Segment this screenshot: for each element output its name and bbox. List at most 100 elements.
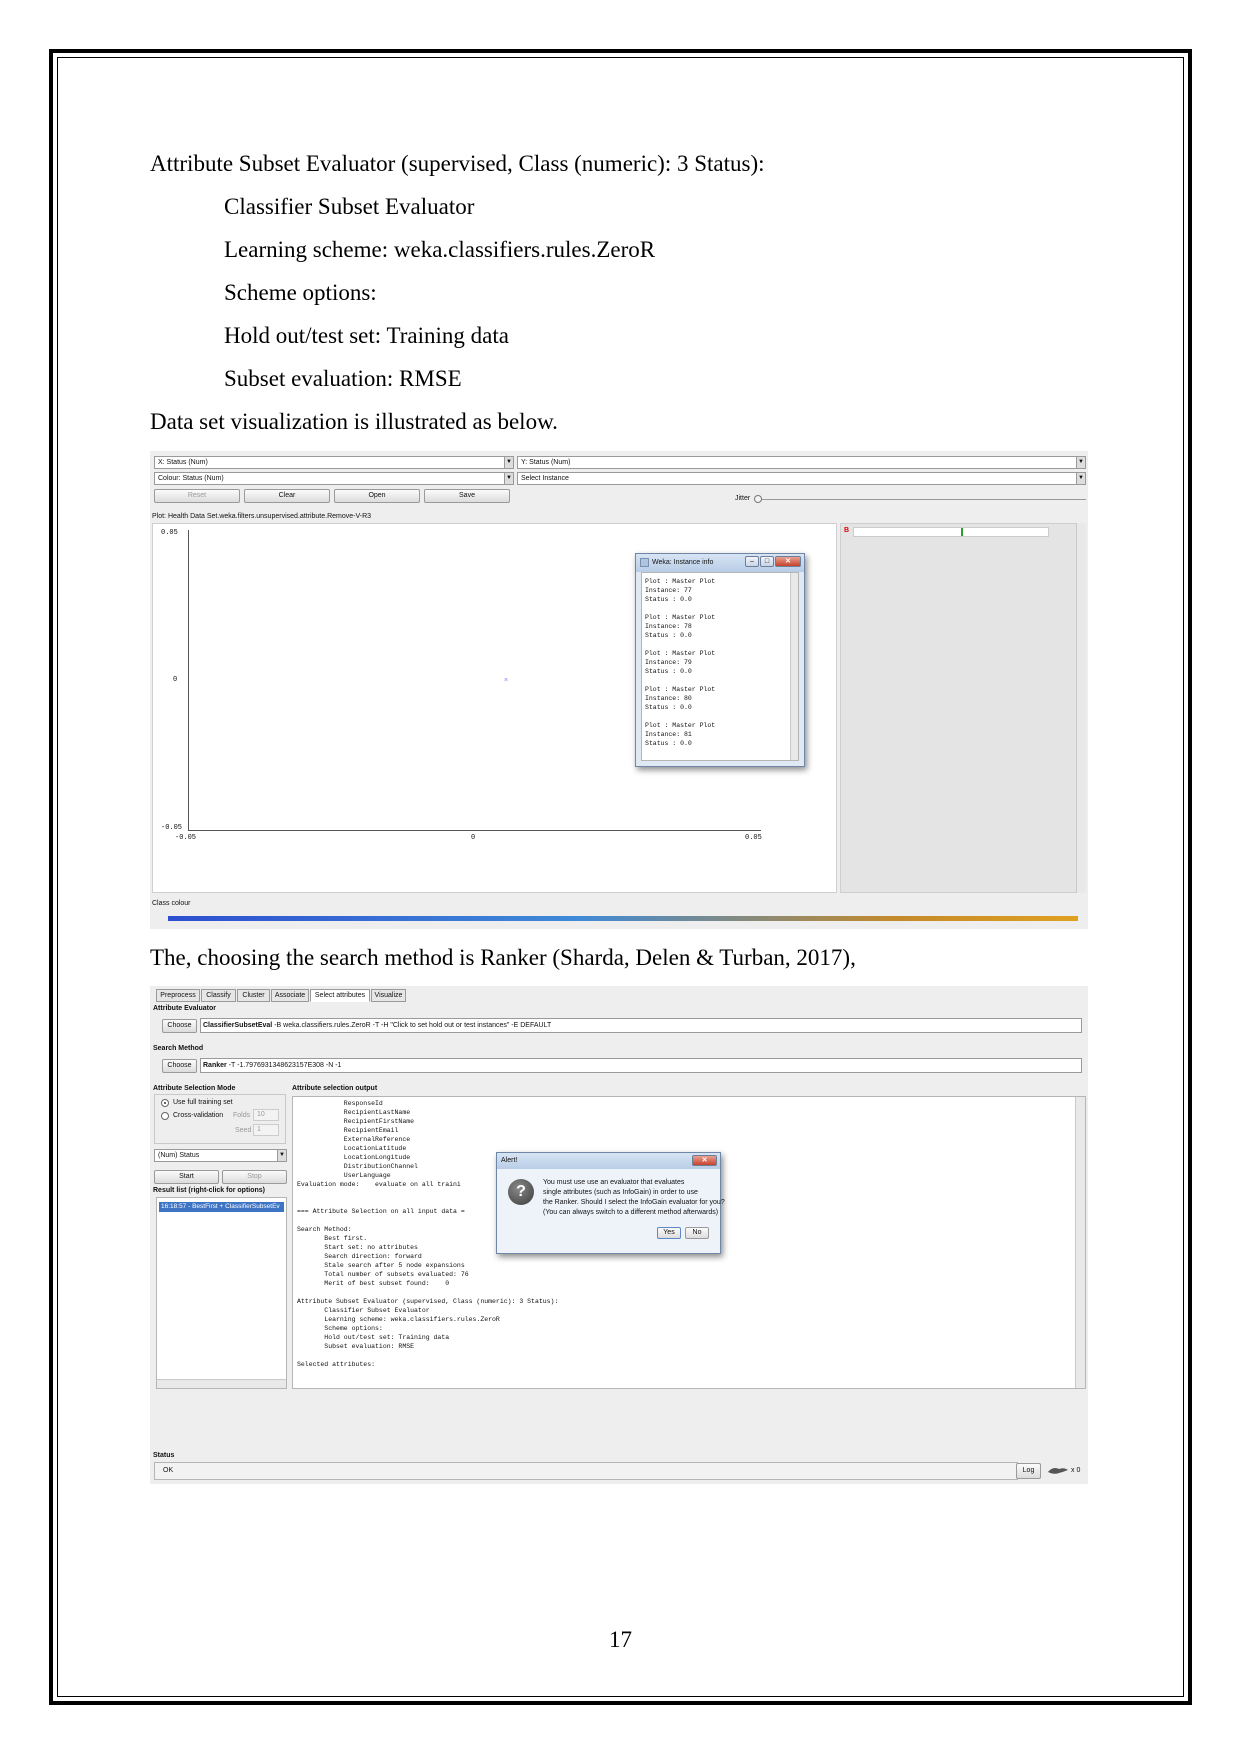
result-list-scrollbar[interactable]: [157, 1379, 286, 1388]
alert-message-line-3: the Ranker. Should I select the InfoGain…: [543, 1199, 725, 1206]
clear-button[interactable]: Clear: [244, 489, 330, 503]
selection-mode-label: Attribute Selection Mode: [153, 1085, 236, 1092]
x-axis-combo-value: X: Status (Num): [158, 459, 208, 466]
class-attribute-combo[interactable]: (Num) Status ▼: [154, 1149, 287, 1162]
tab-classify[interactable]: Classify: [201, 989, 236, 1002]
evaluator-choose-button[interactable]: Choose: [162, 1019, 197, 1033]
window-icon: [640, 558, 649, 567]
x-axis-line: [188, 830, 761, 831]
start-button[interactable]: Start: [154, 1170, 219, 1184]
y-tick-mid: 0: [173, 676, 178, 684]
use-full-training-radio[interactable]: [161, 1099, 169, 1107]
attribute-bars-panel: B: [840, 523, 1080, 893]
search-method-label: Search Method: [153, 1045, 204, 1052]
instance-info-text-area[interactable]: Plot : Master Plot Instance: 77 Status :…: [641, 572, 799, 761]
open-button[interactable]: Open: [334, 489, 420, 503]
instance-combo[interactable]: Select Instance ▼: [517, 472, 1086, 485]
jitter-slider-knob[interactable]: [754, 495, 762, 503]
heading-line: Attribute Subset Evaluator (supervised, …: [150, 151, 765, 176]
x-tick-mid: 0: [471, 834, 476, 842]
attribute-evaluator-label: Attribute Evaluator: [153, 1005, 217, 1012]
search-options: -T -1.7976931348623157E308 -N -1: [228, 1062, 342, 1069]
selection-mode-panel: Use full training set Cross-validation F…: [154, 1094, 286, 1144]
evaluator-config-field[interactable]: ClassifierSubsetEval -B weka.classifiers…: [200, 1018, 1082, 1033]
evaluator-name: ClassifierSubsetEval: [203, 1022, 273, 1029]
weka-visualize-screenshot: X: Status (Num) ▼ Y: Status (Num) ▼ Colour…: [150, 451, 1088, 929]
question-icon: ?: [508, 1179, 534, 1205]
jitter-slider-track[interactable]: [762, 499, 1086, 500]
class-attribute-value: (Num) Status: [158, 1152, 200, 1159]
data-point-marker[interactable]: ×: [504, 677, 508, 684]
plot-title: Plot: Health Data Set.weka.filters.unsup…: [152, 513, 372, 520]
result-list-item[interactable]: 16:18:57 - BestFirst + ClassifierSubsetE…: [159, 1202, 284, 1212]
alert-no-button[interactable]: No: [685, 1227, 709, 1239]
log-button[interactable]: Log: [1016, 1463, 1041, 1479]
stop-button[interactable]: Stop: [222, 1170, 287, 1184]
alert-message-line-4: (You can always switch to a different me…: [543, 1209, 719, 1216]
instance-info-text: Plot : Master Plot Instance: 77 Status :…: [645, 578, 716, 747]
radio-dot: [164, 1102, 166, 1104]
seed-field[interactable]: 1: [253, 1124, 279, 1136]
folds-field[interactable]: 10: [253, 1109, 279, 1121]
close-icon[interactable]: ✕: [692, 1155, 717, 1166]
chevron-down-icon: ▼: [1076, 473, 1085, 484]
reset-button[interactable]: Reset: [154, 489, 240, 503]
tab-select-attributes[interactable]: Select attributes: [310, 989, 370, 1002]
class-colour-bar: [168, 916, 1078, 921]
indented-line-4: Hold out/test set: Training data: [224, 323, 509, 348]
chevron-down-icon: ▼: [504, 457, 513, 468]
instance-info-scrollbar[interactable]: [790, 573, 798, 760]
seed-label: Seed: [235, 1127, 252, 1134]
page-number: 17: [609, 1627, 632, 1652]
colour-combo[interactable]: Colour: Status (Num) ▼: [154, 472, 514, 485]
indented-line-5: Subset evaluation: RMSE: [224, 366, 462, 391]
minimize-icon[interactable]: –: [745, 556, 759, 567]
y-axis-combo-value: Y: Status (Num): [521, 459, 571, 466]
tab-associate[interactable]: Associate: [271, 989, 309, 1002]
output-scrollbar[interactable]: [1075, 1097, 1085, 1388]
alert-message-line-2: single attributes (such as InfoGain) in …: [543, 1189, 698, 1196]
task-count: x 0: [1071, 1467, 1081, 1474]
side-scrollbar[interactable]: [1076, 523, 1086, 893]
attribute-bar-marker: [961, 528, 963, 536]
indented-line-2: Learning scheme: weka.classifiers.rules.…: [224, 237, 656, 262]
alert-yes-button[interactable]: Yes: [657, 1227, 681, 1239]
chevron-down-icon: ▼: [1076, 457, 1085, 468]
chevron-down-icon: ▼: [277, 1150, 286, 1161]
search-name: Ranker: [203, 1062, 227, 1069]
use-full-training-label: Use full training set: [173, 1099, 233, 1106]
side-letter: B: [844, 527, 850, 534]
output-label: Attribute selection output: [292, 1085, 378, 1092]
colour-combo-value: Colour: Status (Num): [158, 475, 224, 482]
alert-dialog[interactable]: Alert! ✕ ? You must use use an evaluator…: [496, 1152, 725, 1254]
save-button[interactable]: Save: [424, 489, 510, 503]
attribute-bar[interactable]: [853, 527, 1049, 537]
y-tick-bottom: -0.05: [161, 824, 183, 832]
chevron-down-icon: ▼: [504, 473, 513, 484]
y-axis-combo[interactable]: Y: Status (Num) ▼: [517, 456, 1086, 469]
visualization-intro: Data set visualization is illustrated as…: [150, 409, 558, 434]
search-choose-button[interactable]: Choose: [162, 1059, 197, 1073]
y-axis-line: [188, 530, 189, 831]
result-list[interactable]: 16:18:57 - BestFirst + ClassifierSubsetE…: [156, 1197, 287, 1389]
status-bar: OK: [154, 1462, 1018, 1480]
maximize-icon[interactable]: □: [760, 556, 774, 567]
x-axis-combo[interactable]: X: Status (Num) ▼: [154, 456, 514, 469]
weka-bird-icon: [1047, 1466, 1069, 1475]
evaluator-options: -B weka.classifiers.rules.ZeroR -T -H "C…: [274, 1022, 552, 1029]
alert-title: Alert!: [497, 1153, 720, 1169]
close-icon[interactable]: ✕: [775, 556, 801, 567]
instance-info-window[interactable]: Weka: Instance info – □ ✕ Plot : Master …: [635, 553, 805, 767]
status-label: Status: [153, 1452, 175, 1459]
instance-combo-value: Select Instance: [521, 475, 569, 482]
plot-area[interactable]: 0.05 0 -0.05 -0.05 0 0.05 × Weka: Instan…: [152, 523, 837, 893]
tab-preprocess[interactable]: Preprocess: [156, 989, 200, 1002]
indented-line-1: Classifier Subset Evaluator: [224, 194, 475, 219]
folds-label: Folds: [233, 1112, 251, 1119]
result-list-label: Result list (right-click for options): [153, 1187, 266, 1194]
tab-cluster[interactable]: Cluster: [237, 989, 270, 1002]
search-method-intro: The, choosing the search method is Ranke…: [150, 945, 856, 970]
cross-validation-radio[interactable]: [161, 1112, 169, 1120]
search-config-field[interactable]: Ranker -T -1.7976931348623157E308 -N -1: [200, 1058, 1082, 1073]
tab-visualize[interactable]: Visualize: [371, 989, 406, 1002]
